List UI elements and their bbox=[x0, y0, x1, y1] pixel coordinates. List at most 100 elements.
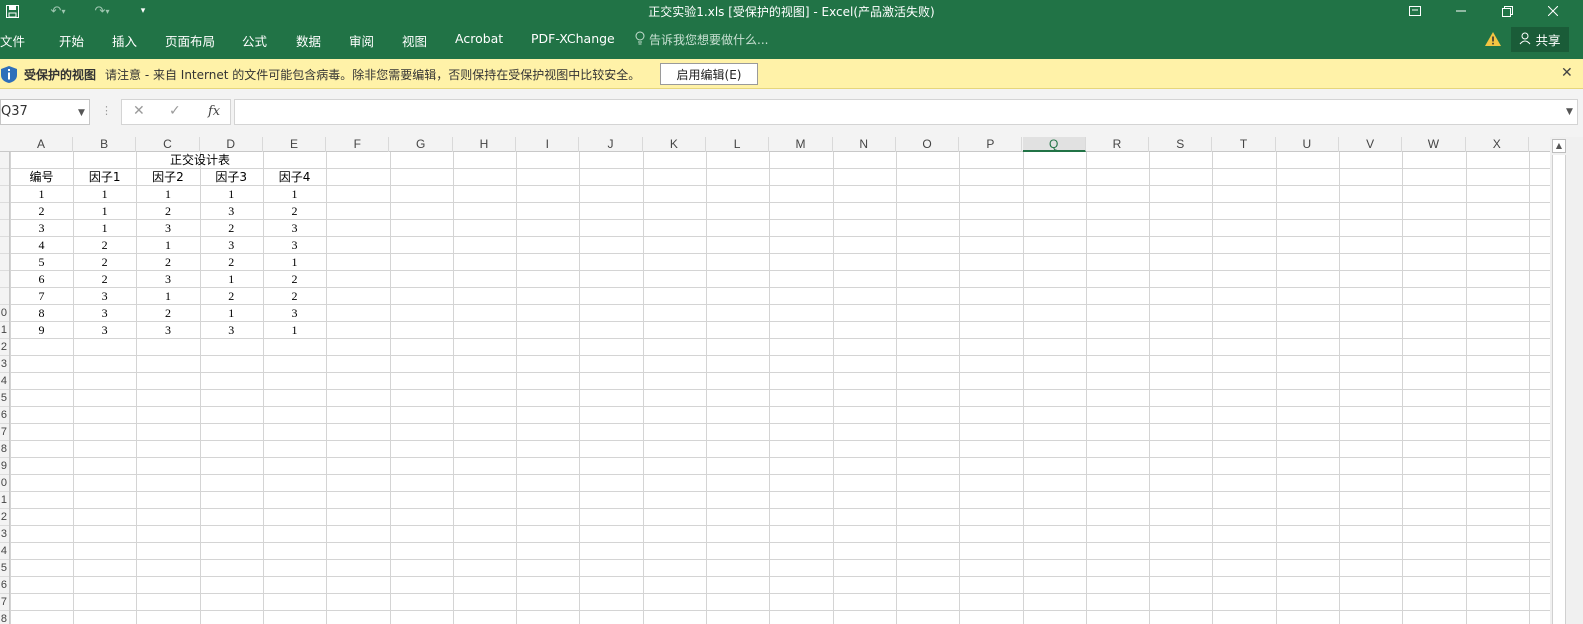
row-header[interactable] bbox=[0, 254, 9, 271]
row-header[interactable]: 5 bbox=[0, 560, 9, 577]
enter-icon[interactable]: ✓ bbox=[169, 103, 181, 119]
tab-formulas[interactable]: 公式 bbox=[242, 31, 267, 50]
table-cell[interactable]: 1 bbox=[263, 186, 326, 203]
table-cell[interactable]: 1 bbox=[73, 203, 136, 220]
table-cell[interactable]: 1 bbox=[136, 288, 199, 305]
tab-insert[interactable]: 插入 bbox=[112, 31, 137, 50]
table-cell[interactable]: 7 bbox=[10, 288, 73, 305]
column-header-a[interactable]: A bbox=[10, 137, 73, 152]
row-header[interactable] bbox=[0, 203, 9, 220]
table-cell[interactable]: 3 bbox=[200, 203, 263, 220]
table-cell[interactable]: 9 bbox=[10, 322, 73, 339]
column-header-d[interactable]: D bbox=[200, 137, 263, 152]
table-cell[interactable]: 3 bbox=[263, 220, 326, 237]
restore-icon[interactable] bbox=[1484, 0, 1530, 22]
scroll-track[interactable] bbox=[1552, 155, 1566, 624]
row-header[interactable]: 3 bbox=[0, 526, 9, 543]
table-cell[interactable]: 8 bbox=[10, 305, 73, 322]
table-cell[interactable]: 1 bbox=[10, 186, 73, 203]
tab-page-layout[interactable]: 页面布局 bbox=[165, 31, 215, 50]
row-header[interactable]: 1 bbox=[0, 322, 9, 339]
tab-acrobat[interactable]: Acrobat bbox=[455, 31, 503, 46]
minimize-icon[interactable] bbox=[1438, 0, 1484, 22]
table-cell[interactable]: 2 bbox=[73, 254, 136, 271]
table-cell[interactable]: 2 bbox=[263, 203, 326, 220]
table-cell[interactable]: 2 bbox=[263, 271, 326, 288]
column-header-j[interactable]: J bbox=[579, 137, 643, 152]
table-cell[interactable]: 1 bbox=[136, 186, 199, 203]
row-header[interactable]: 7 bbox=[0, 594, 9, 611]
table-cell[interactable]: 3 bbox=[73, 288, 136, 305]
cell-area[interactable]: 编号 因子1 因子2 因子3 因子4 1 1 1 1 1 2 1 2 3 2 3 1 3 2 3 4 2 1 3 3 5 2 2 2 1 6… bbox=[10, 152, 1550, 624]
column-header-g[interactable]: G bbox=[390, 137, 453, 152]
row-header[interactable] bbox=[0, 152, 9, 169]
vertical-scrollbar[interactable]: ▲ bbox=[1550, 137, 1583, 624]
column-header-v[interactable]: V bbox=[1339, 137, 1403, 152]
table-cell[interactable]: 1 bbox=[73, 220, 136, 237]
tab-view[interactable]: 视图 bbox=[402, 31, 427, 50]
cancel-icon[interactable]: ✕ bbox=[133, 103, 145, 119]
column-header-b[interactable]: B bbox=[73, 137, 137, 152]
name-box[interactable]: Q37 ▼ bbox=[0, 99, 90, 125]
row-header[interactable]: 6 bbox=[0, 577, 9, 594]
table-cell[interactable]: 3 bbox=[200, 237, 263, 254]
column-header-f[interactable]: F bbox=[326, 137, 390, 152]
table-cell[interactable]: 2 bbox=[136, 305, 199, 322]
column-header-i[interactable]: I bbox=[516, 137, 580, 152]
row-header[interactable]: 0 bbox=[0, 305, 9, 322]
row-header[interactable]: 6 bbox=[0, 407, 9, 424]
table-cell[interactable]: 3 bbox=[73, 305, 136, 322]
row-header[interactable]: 2 bbox=[0, 339, 9, 356]
table-cell[interactable]: 1 bbox=[200, 271, 263, 288]
row-header[interactable]: 8 bbox=[0, 611, 9, 624]
column-header-h[interactable]: H bbox=[453, 137, 517, 152]
table-cell[interactable]: 3 bbox=[263, 237, 326, 254]
warning-icon[interactable] bbox=[1484, 31, 1502, 48]
column-header-w[interactable]: W bbox=[1402, 137, 1466, 152]
table-header-cell[interactable]: 因子3 bbox=[200, 169, 263, 186]
tab-pdf-xchange[interactable]: PDF-XChange bbox=[531, 31, 615, 46]
enable-editing-button[interactable]: 启用编辑(E) bbox=[660, 63, 758, 85]
row-header[interactable]: 2 bbox=[0, 509, 9, 526]
ribbon-display-options-icon[interactable] bbox=[1392, 0, 1438, 22]
expand-formula-icon[interactable]: ▼ bbox=[1566, 107, 1573, 117]
table-cell[interactable]: 2 bbox=[136, 254, 199, 271]
tell-me-search[interactable]: 告诉我您想要做什么... bbox=[635, 31, 768, 48]
row-header[interactable]: 4 bbox=[0, 373, 9, 390]
row-header[interactable]: 3 bbox=[0, 356, 9, 373]
tab-data[interactable]: 数据 bbox=[296, 31, 321, 50]
formula-input[interactable] bbox=[234, 99, 1578, 125]
row-header[interactable] bbox=[0, 237, 9, 254]
column-header-s[interactable]: S bbox=[1149, 137, 1213, 152]
table-header-cell[interactable]: 因子1 bbox=[73, 169, 136, 186]
row-header[interactable] bbox=[0, 186, 9, 203]
table-cell[interactable]: 3 bbox=[73, 322, 136, 339]
row-header[interactable]: 0 bbox=[0, 475, 9, 492]
table-cell[interactable]: 2 bbox=[73, 271, 136, 288]
column-header-o[interactable]: O bbox=[896, 137, 960, 152]
table-cell[interactable]: 6 bbox=[10, 271, 73, 288]
column-header-x[interactable]: X bbox=[1466, 137, 1529, 152]
row-header[interactable] bbox=[0, 220, 9, 237]
table-cell[interactable]: 2 bbox=[10, 203, 73, 220]
tab-home[interactable]: 开始 bbox=[59, 31, 84, 50]
table-cell[interactable]: 2 bbox=[263, 288, 326, 305]
table-cell[interactable]: 1 bbox=[200, 305, 263, 322]
table-header-cell[interactable]: 因子2 bbox=[136, 169, 199, 186]
table-cell[interactable]: 1 bbox=[263, 322, 326, 339]
worksheet-grid[interactable]: ABCDEFGHIJKLMNOPQRSTUVWX 012345678901234… bbox=[0, 137, 1583, 624]
close-bar-icon[interactable]: ✕ bbox=[1561, 65, 1573, 81]
table-cell[interactable]: 2 bbox=[200, 220, 263, 237]
table-cell[interactable]: 1 bbox=[136, 237, 199, 254]
table-cell[interactable]: 4 bbox=[10, 237, 73, 254]
insert-function-icon[interactable]: fx bbox=[208, 104, 220, 119]
row-header[interactable]: 1 bbox=[0, 492, 9, 509]
column-header-r[interactable]: R bbox=[1086, 137, 1150, 152]
row-header[interactable] bbox=[0, 169, 9, 186]
table-cell[interactable]: 5 bbox=[10, 254, 73, 271]
column-header-q[interactable]: Q bbox=[1022, 137, 1086, 152]
table-header-cell[interactable]: 编号 bbox=[10, 169, 73, 186]
column-header-c[interactable]: C bbox=[136, 137, 200, 152]
column-header-t[interactable]: T bbox=[1212, 137, 1276, 152]
table-cell[interactable]: 1 bbox=[73, 186, 136, 203]
